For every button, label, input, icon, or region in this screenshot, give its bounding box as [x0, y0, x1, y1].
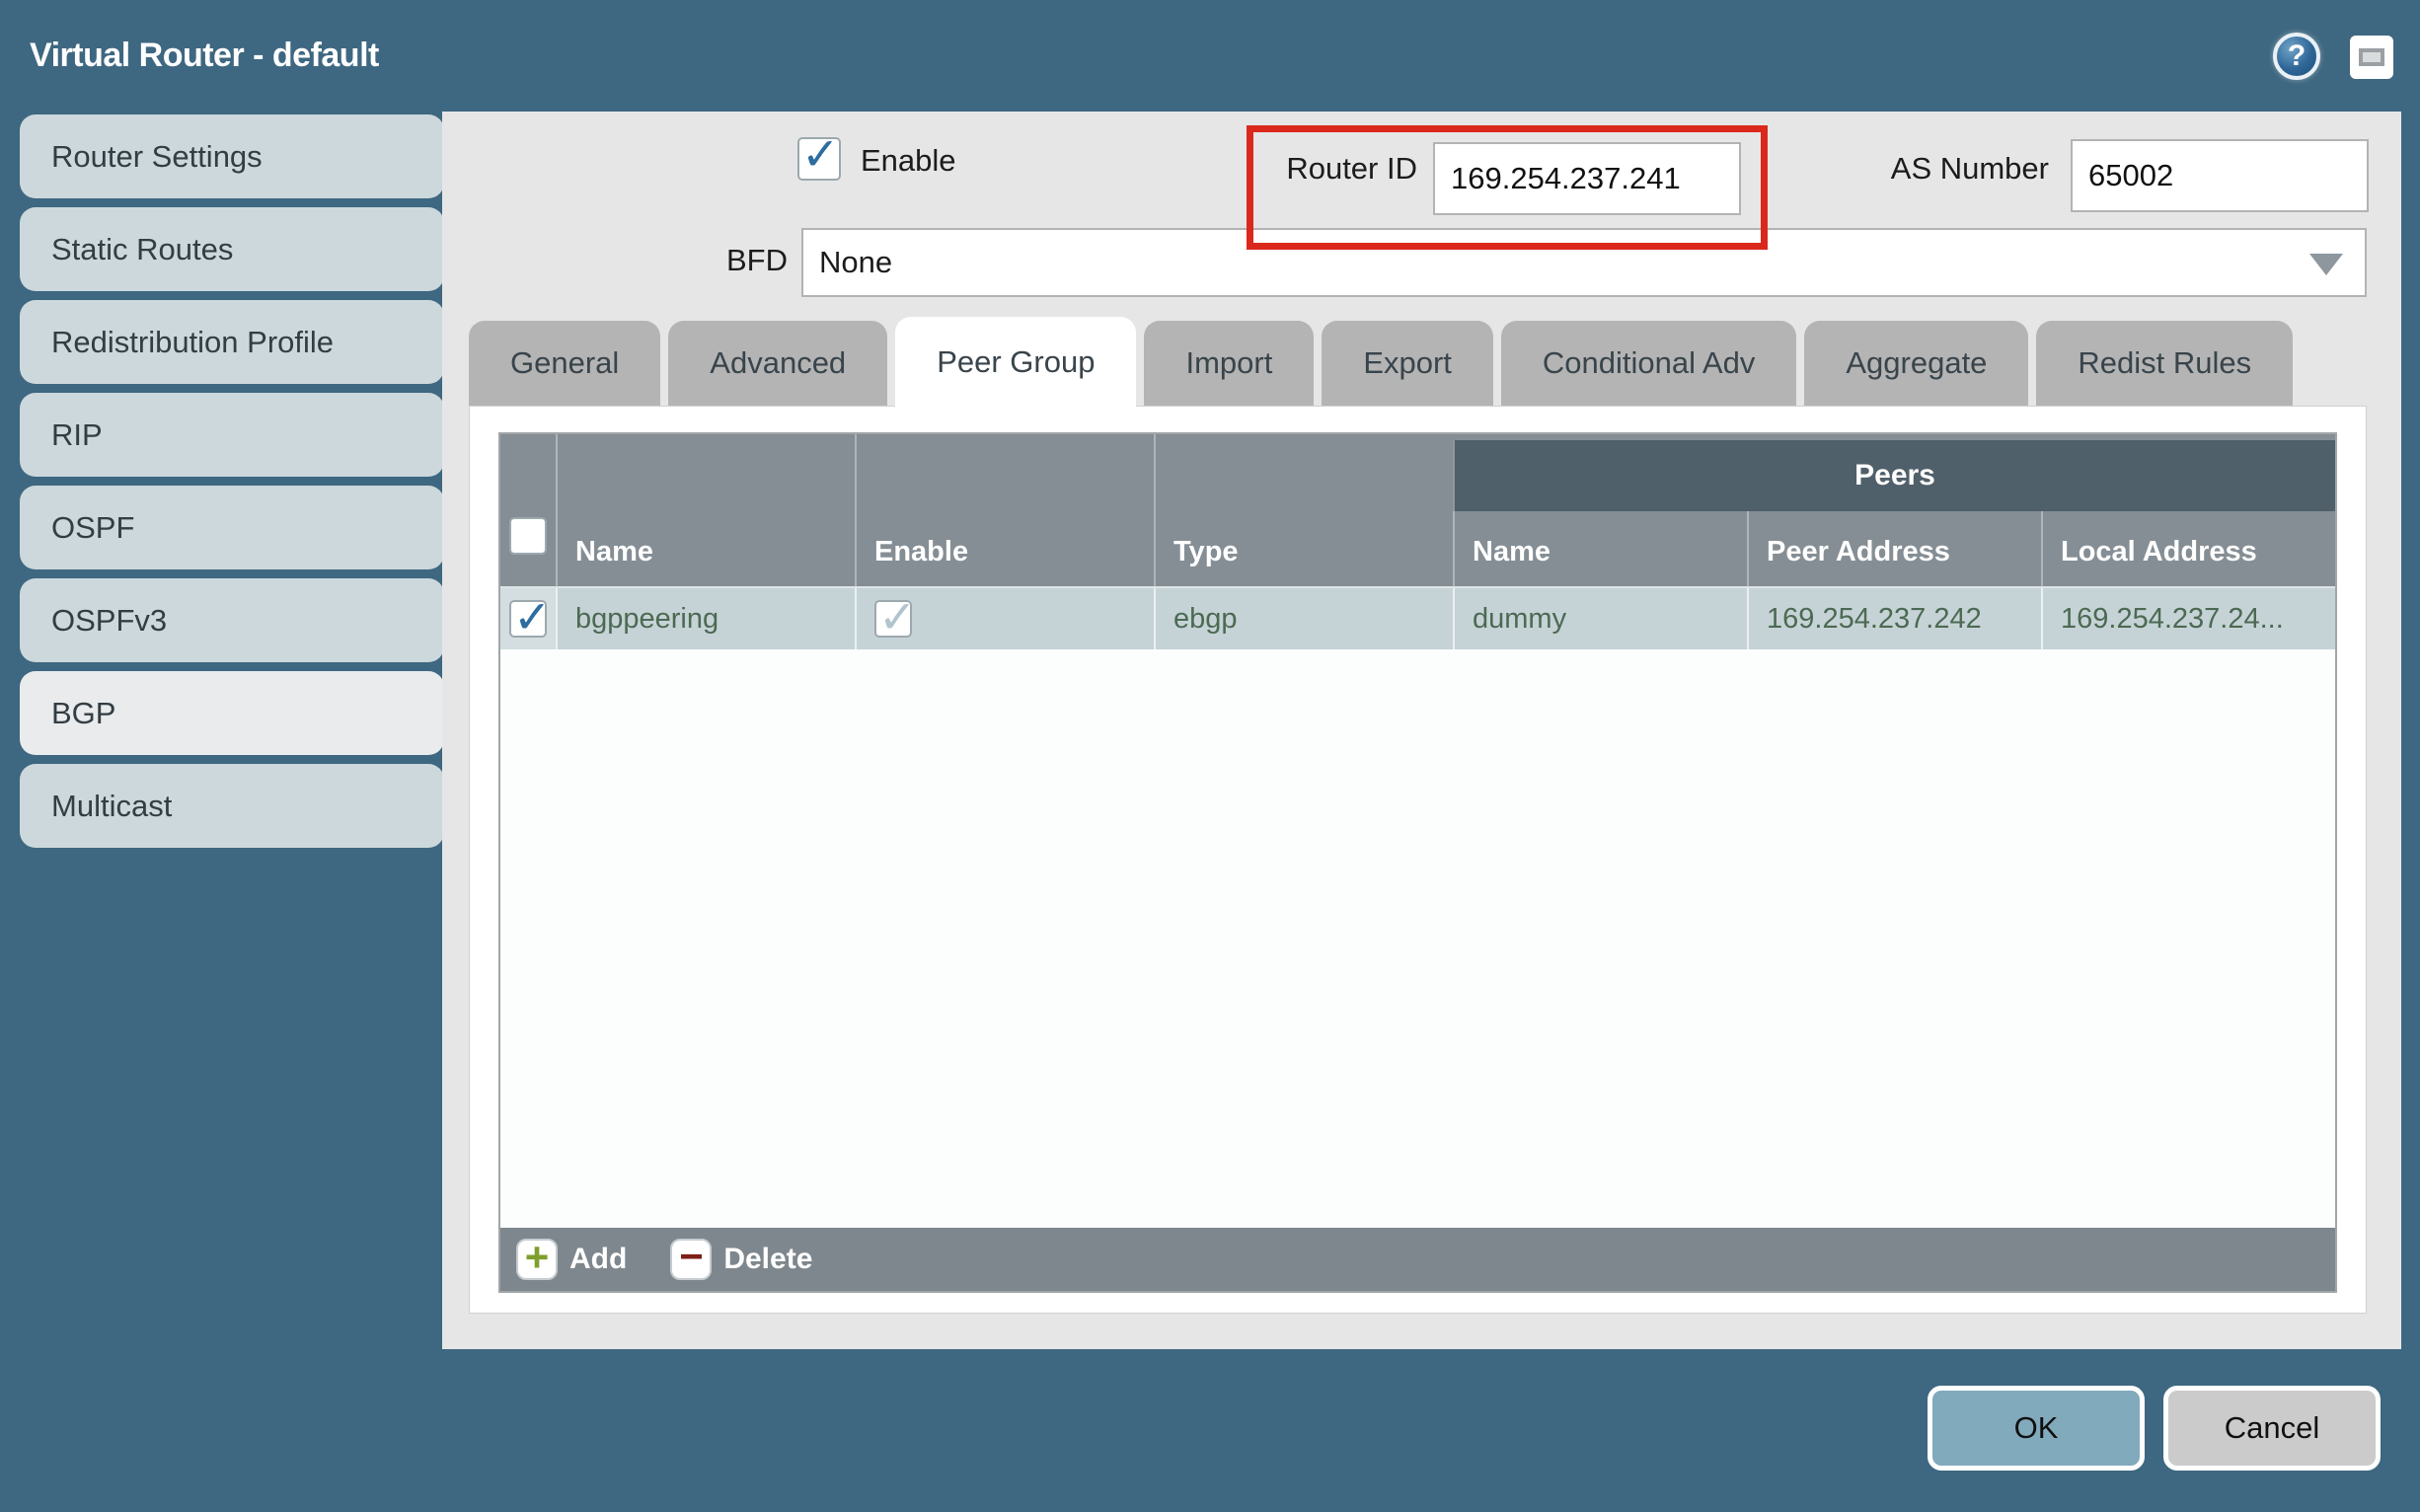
- peer-group-panel: Name Enable Type Peers Name Peer Address…: [469, 406, 2367, 1314]
- select-all-checkbox[interactable]: [509, 517, 547, 555]
- sidebar-item-label: Static Routes: [51, 232, 233, 267]
- tab-bar: General Advanced Peer Group Import Expor…: [469, 321, 2293, 406]
- sidebar-item-multicast[interactable]: Multicast: [20, 764, 444, 848]
- window-restore-icon[interactable]: [2350, 36, 2393, 79]
- sidebar-item-label: Router Settings: [51, 139, 263, 175]
- cancel-button[interactable]: Cancel: [2163, 1386, 2381, 1471]
- column-header-enable[interactable]: Enable: [855, 434, 1154, 586]
- delete-button-label: Delete: [723, 1243, 812, 1276]
- row-cell-enable: [855, 588, 1154, 649]
- tab-export[interactable]: Export: [1322, 321, 1493, 406]
- column-header-name[interactable]: Name: [556, 434, 855, 586]
- tab-conditional-adv[interactable]: Conditional Adv: [1501, 321, 1796, 406]
- help-icon[interactable]: ?: [2273, 33, 2320, 80]
- sidebar-item-label: Multicast: [51, 789, 172, 824]
- row-cell-peer-name: dummy: [1453, 588, 1747, 649]
- sidebar-item-label: OSPF: [51, 510, 134, 546]
- bfd-select[interactable]: None: [801, 228, 2367, 297]
- row-cell-peer-address: 169.254.237.242: [1747, 588, 2041, 649]
- sidebar-item-redistribution-profile[interactable]: Redistribution Profile: [20, 300, 444, 384]
- tab-general[interactable]: General: [469, 321, 660, 406]
- content-panel: Enable Router ID AS Number BFD None Gene…: [442, 112, 2401, 1349]
- row-enable-checkbox[interactable]: [874, 600, 912, 638]
- sidebar-item-ospf[interactable]: OSPF: [20, 486, 444, 569]
- peers-group-header: Peers: [1453, 440, 2335, 511]
- row-cell-local-address: 169.254.237.24...: [2041, 588, 2335, 649]
- sidebar-item-static-routes[interactable]: Static Routes: [20, 207, 444, 291]
- sidebar-item-router-settings[interactable]: Router Settings: [20, 114, 444, 198]
- window-restore-glyph: [2359, 48, 2384, 66]
- router-id-input[interactable]: [1433, 142, 1741, 215]
- table-row[interactable]: bgppeering ebgp dummy 169.254.237.242 16…: [500, 586, 2335, 649]
- sidebar-item-bgp[interactable]: BGP: [20, 671, 444, 755]
- as-number-input[interactable]: [2071, 139, 2369, 212]
- sidebar-item-label: RIP: [51, 417, 103, 453]
- peer-group-table: Name Enable Type Peers Name Peer Address…: [498, 432, 2337, 1293]
- tab-redist-rules[interactable]: Redist Rules: [2036, 321, 2293, 406]
- ok-button[interactable]: OK: [1928, 1386, 2145, 1471]
- enable-checkbox[interactable]: [797, 137, 841, 181]
- tab-aggregate[interactable]: Aggregate: [1804, 321, 2028, 406]
- tab-peer-group[interactable]: Peer Group: [895, 317, 1136, 412]
- window-title: Virtual Router - default: [30, 0, 379, 112]
- row-select-checkbox[interactable]: [509, 600, 547, 638]
- header-select-all-cell: [500, 434, 556, 586]
- bfd-selected-value: None: [819, 245, 892, 280]
- bfd-label: BFD: [695, 243, 788, 278]
- table-header: Name Enable Type Peers Name Peer Address…: [500, 434, 2335, 586]
- tab-import[interactable]: Import: [1144, 321, 1314, 406]
- row-cell-name: bgppeering: [556, 588, 855, 649]
- tab-advanced[interactable]: Advanced: [668, 321, 887, 406]
- chevron-down-icon: [2309, 254, 2343, 275]
- add-button-label: Add: [569, 1243, 627, 1276]
- column-header-type[interactable]: Type: [1154, 434, 1453, 586]
- minus-icon: −: [670, 1239, 712, 1280]
- column-header-local-address[interactable]: Local Address: [2041, 511, 2335, 586]
- as-number-label: AS Number: [1875, 151, 2049, 187]
- table-body-empty-area: [500, 649, 2335, 1228]
- column-header-peer-name[interactable]: Name: [1453, 511, 1747, 586]
- sidebar-item-label: OSPFv3: [51, 603, 167, 639]
- add-button[interactable]: + Add: [516, 1239, 627, 1280]
- table-footer: + Add − Delete: [500, 1228, 2335, 1291]
- row-select-cell: [500, 588, 556, 649]
- sidebar-item-label: BGP: [51, 696, 115, 731]
- help-icon-glyph: ?: [2288, 39, 2306, 73]
- router-id-label: Router ID: [1261, 151, 1417, 187]
- column-header-peer-address[interactable]: Peer Address: [1747, 511, 2041, 586]
- plus-icon: +: [516, 1239, 558, 1280]
- window-titlebar: Virtual Router - default ?: [0, 0, 2420, 112]
- sidebar-item-ospfv3[interactable]: OSPFv3: [20, 578, 444, 662]
- enable-label: Enable: [861, 143, 956, 179]
- sidebar-item-rip[interactable]: RIP: [20, 393, 444, 477]
- sidebar-item-label: Redistribution Profile: [51, 325, 334, 360]
- delete-button[interactable]: − Delete: [670, 1239, 812, 1280]
- row-cell-type: ebgp: [1154, 588, 1453, 649]
